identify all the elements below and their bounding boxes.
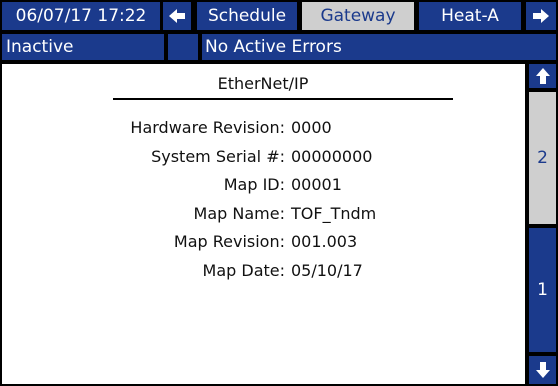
map-revision-label: Map Revision: (173, 232, 285, 251)
status-indicator-box (168, 34, 198, 60)
arrow-down-icon (535, 362, 550, 378)
title-divider (113, 98, 453, 100)
info-panel: EtherNet/IP Hardware Revision: 0000 Syst… (2, 64, 525, 384)
system-serial-value: 00000000 (291, 147, 373, 166)
tab-gateway[interactable]: Gateway (302, 2, 414, 30)
arrow-left-icon (169, 9, 185, 23)
scroll-down-button[interactable] (529, 356, 556, 384)
error-status: No Active Errors (202, 34, 556, 60)
hardware-revision-value: 0000 (291, 118, 332, 137)
arrow-right-icon (533, 9, 549, 23)
scroll-up-button[interactable] (529, 64, 556, 88)
map-date-label: Map Date: (202, 261, 285, 280)
map-name-value: TOF_Tndm (291, 204, 377, 223)
next-screen-button[interactable] (526, 2, 556, 30)
system-status: Inactive (2, 34, 164, 60)
arrow-up-icon (535, 68, 550, 84)
system-serial-label: System Serial #: (151, 147, 285, 166)
map-name-label: Map Name: (193, 204, 285, 223)
datetime-display: 06/07/17 17:22 (2, 2, 160, 30)
page-2-button[interactable]: 2 (529, 92, 556, 224)
page-title: EtherNet/IP (217, 74, 309, 93)
previous-screen-button[interactable] (163, 2, 191, 30)
hardware-revision-label: Hardware Revision: (130, 118, 285, 137)
tab-schedule[interactable]: Schedule (197, 2, 297, 30)
map-date-value: 05/10/17 (291, 261, 363, 280)
page-1-button[interactable]: 1 (529, 228, 556, 352)
map-id-label: Map ID: (223, 175, 285, 194)
map-id-value: 00001 (291, 175, 342, 194)
map-revision-value: 001.003 (291, 232, 358, 251)
tab-heat-a[interactable]: Heat-A (419, 2, 521, 30)
